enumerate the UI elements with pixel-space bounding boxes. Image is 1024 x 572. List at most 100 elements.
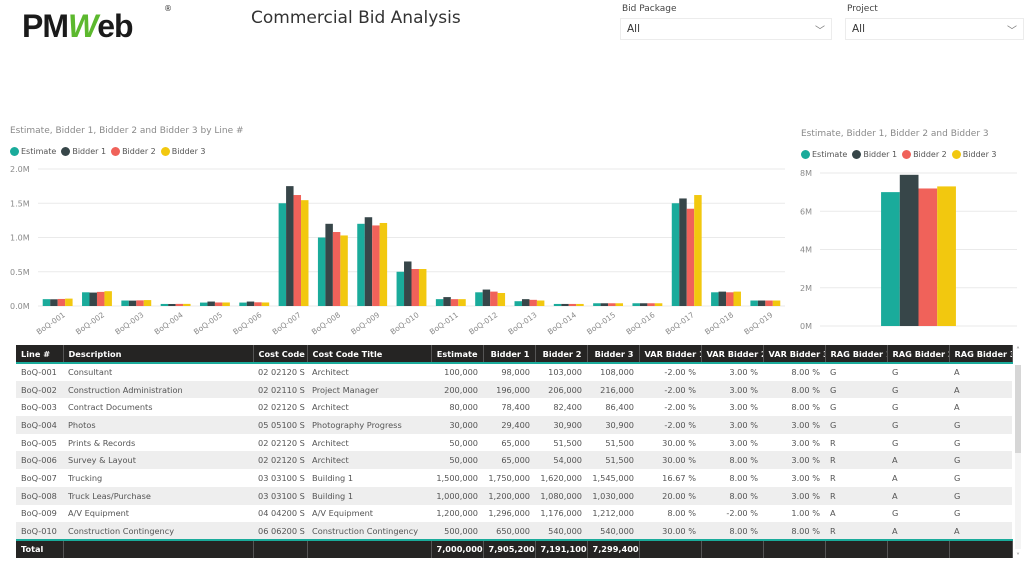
bar-bidder-1[interactable] xyxy=(639,303,648,306)
table-row[interactable]: BoQ-009 A/V Equipment 04 04200 S A/V Equipm… xyxy=(16,504,1012,523)
column-header[interactable]: VAR Bidder 2 xyxy=(701,345,764,364)
bar-bidder-3[interactable] xyxy=(301,200,309,306)
table-scrollbar[interactable]: ˄ ˅ xyxy=(1013,345,1023,563)
bar-bidder-2[interactable] xyxy=(254,302,262,306)
table-row[interactable]: BoQ-003 Contract Documents 02 02120 S Archi… xyxy=(16,398,1012,417)
bar-bidder-3[interactable] xyxy=(143,300,152,306)
column-header[interactable]: Bidder 2 xyxy=(535,345,588,364)
bar-bidder-1[interactable] xyxy=(325,223,333,306)
bar-bidder-1[interactable] xyxy=(561,303,569,306)
legend-item[interactable]: Bidder 2 xyxy=(111,147,156,156)
bar-bidder-2[interactable] xyxy=(57,298,66,306)
table-row[interactable]: BoQ-007 Trucking 03 03100 S Building 1 1,500… xyxy=(16,469,1012,487)
bar-bidder-3[interactable] xyxy=(937,186,956,326)
bar-bidder-3[interactable] xyxy=(458,299,466,306)
bar-bidder-2[interactable] xyxy=(647,303,655,306)
bar-bidder-2[interactable] xyxy=(214,302,223,306)
bar-bidder-1[interactable] xyxy=(207,301,215,306)
scroll-down-icon[interactable]: ˅ xyxy=(1013,551,1023,563)
column-header[interactable]: Bidder 1 xyxy=(483,345,536,364)
legend-item[interactable]: Bidder 2 xyxy=(902,150,947,159)
bar-bidder-2[interactable] xyxy=(332,232,341,306)
bar-estimate[interactable] xyxy=(475,292,483,306)
bar-estimate[interactable] xyxy=(671,203,680,306)
chevron-down-icon[interactable]: ﹀ xyxy=(1007,22,1017,37)
column-header[interactable]: Cost Code xyxy=(253,345,308,364)
table-row[interactable]: BoQ-005 Prints & Records 02 02120 S Archite… xyxy=(16,433,1012,452)
bar-bidder-3[interactable] xyxy=(772,300,781,306)
bar-estimate[interactable] xyxy=(514,301,522,306)
bar-bidder-1[interactable] xyxy=(899,174,919,326)
bar-bidder-3[interactable] xyxy=(497,292,506,306)
bar-bidder-3[interactable] xyxy=(379,222,388,306)
column-header[interactable]: RAG Bidder 2 xyxy=(887,345,950,364)
bar-estimate[interactable] xyxy=(750,300,758,306)
bar-estimate[interactable] xyxy=(396,271,405,306)
bar-bidder-3[interactable] xyxy=(104,291,112,306)
bar-bidder-2[interactable] xyxy=(490,291,498,306)
chevron-down-icon[interactable]: ﹀ xyxy=(815,22,825,37)
table-row[interactable]: BoQ-002 Construction Administration 02 021… xyxy=(16,380,1012,399)
bar-bidder-2[interactable] xyxy=(293,195,302,306)
legend-item[interactable]: Estimate xyxy=(801,150,847,159)
bar-bidder-2[interactable] xyxy=(136,300,144,306)
bar-bidder-2[interactable] xyxy=(686,208,695,306)
bar-bidder-3[interactable] xyxy=(654,303,663,306)
bar-bidder-1[interactable] xyxy=(364,217,373,306)
bar-estimate[interactable] xyxy=(239,302,247,306)
bar-estimate[interactable] xyxy=(711,292,719,306)
bar-bidder-3[interactable] xyxy=(536,300,545,306)
bid-package-dropdown[interactable]: All ﹀ xyxy=(620,18,832,40)
bar-estimate[interactable] xyxy=(160,303,169,306)
bar-estimate[interactable] xyxy=(357,223,365,306)
bar-bidder-1[interactable] xyxy=(718,291,727,306)
bar-bidder-1[interactable] xyxy=(404,261,412,306)
bar-bidder-2[interactable] xyxy=(411,269,419,306)
bar-bidder-2[interactable] xyxy=(568,303,577,306)
table-row[interactable]: BoQ-008 Truck Leas/Purchase 03 03100 S Buil… xyxy=(16,486,1012,505)
bar-bidder-1[interactable] xyxy=(679,198,687,306)
bar-bidder-3[interactable] xyxy=(261,302,270,306)
bar-estimate[interactable] xyxy=(435,299,444,306)
table-row[interactable]: BoQ-004 Photos 05 05100 S Photography Progr… xyxy=(16,416,1012,434)
bar-estimate[interactable] xyxy=(82,292,90,306)
bar-bidder-1[interactable] xyxy=(521,299,530,306)
bar-bidder-3[interactable] xyxy=(576,303,584,306)
table-row[interactable]: BoQ-001 Consultant 02 02120 S Architect 100,… xyxy=(16,363,1012,381)
bar-bidder-3[interactable] xyxy=(733,291,741,306)
bar-bidder-1[interactable] xyxy=(89,292,97,306)
bar-bidder-3[interactable] xyxy=(65,298,73,306)
bar-bidder-1[interactable] xyxy=(286,186,294,306)
scroll-thumb[interactable] xyxy=(1015,365,1021,453)
bar-bidder-3[interactable] xyxy=(694,195,702,306)
bar-estimate[interactable] xyxy=(42,299,51,306)
bar-estimate[interactable] xyxy=(881,192,900,326)
bar-bidder-2[interactable] xyxy=(529,299,537,306)
table-row[interactable]: BoQ-010 Construction Contingency 06 06200 … xyxy=(16,522,1012,540)
bar-bidder-3[interactable] xyxy=(222,302,230,306)
column-header[interactable]: Bidder 3 xyxy=(587,345,640,364)
project-dropdown[interactable]: All ﹀ xyxy=(845,18,1024,40)
column-header[interactable]: RAG Bidder 1 xyxy=(825,345,888,364)
legend-item[interactable]: Bidder 1 xyxy=(852,150,897,159)
column-header[interactable]: RAG Bidder 3 xyxy=(949,345,1013,364)
bar-bidder-3[interactable] xyxy=(183,303,191,306)
column-header[interactable]: Cost Code Title xyxy=(307,345,432,364)
column-header[interactable]: Description xyxy=(63,345,254,364)
column-header[interactable]: Estimate xyxy=(431,345,484,364)
bar-bidder-2[interactable] xyxy=(918,188,938,326)
legend-item[interactable]: Estimate xyxy=(10,147,56,156)
scroll-track[interactable] xyxy=(1015,365,1021,549)
column-header[interactable]: VAR Bidder 1 xyxy=(639,345,702,364)
bar-bidder-1[interactable] xyxy=(246,301,255,306)
bar-bidder-1[interactable] xyxy=(443,297,451,306)
column-header[interactable]: VAR Bidder 3 xyxy=(763,345,826,364)
bar-bidder-1[interactable] xyxy=(50,299,58,306)
bar-bidder-2[interactable] xyxy=(372,225,380,306)
bar-bidder-1[interactable] xyxy=(482,289,491,306)
bar-bidder-2[interactable] xyxy=(450,299,459,306)
legend-item[interactable]: Bidder 3 xyxy=(160,147,206,156)
bar-bidder-3[interactable] xyxy=(340,235,348,306)
bar-estimate[interactable] xyxy=(553,303,562,306)
bar-bidder-2[interactable] xyxy=(765,300,773,306)
